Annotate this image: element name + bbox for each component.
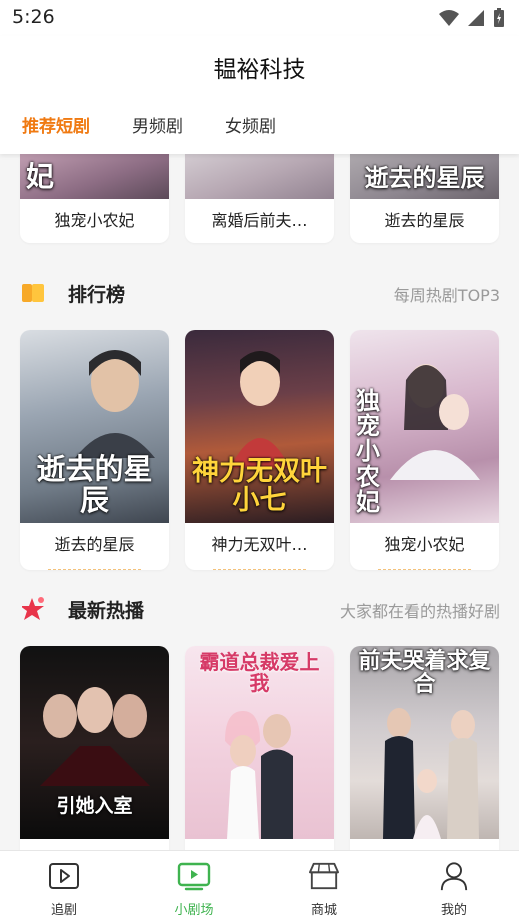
ranking-card[interactable]: 神力无双叶小七 神力无双叶… [185,330,334,570]
drama-card[interactable]: 引她入室 [20,646,169,850]
ranking-card[interactable]: 逝去的星辰 逝去的星辰 [20,330,169,570]
ranking-card[interactable]: 独宠小农妃 独宠小农妃 [350,330,499,570]
tab-recommended[interactable]: 推荐短剧 [22,112,90,137]
poster-title-art: 引她入室 [56,795,133,818]
store-icon [309,862,339,890]
drama-card[interactable]: 离婚后前夫… [185,154,334,243]
drama-card[interactable]: 前夫哭着求复合 [350,646,499,850]
drama-poster: 神力无双叶小七 [185,330,334,523]
nav-label: 我的 [440,903,467,918]
section-subtitle[interactable]: 大家都在看的热播好剧 [340,598,500,622]
poster-title-art: 霸道总裁爱上我 [199,650,320,695]
poster-figure [40,687,150,786]
latest-section-header: 最新热播 大家都在看的热播好剧 [22,594,500,624]
drama-title: 神力无双叶… [211,535,308,554]
content-scroll[interactable]: 妃 独宠小农妃 离婚后前夫… 逝去的星辰 逝去的星辰 排行榜 每周热剧TOP3 [0,154,519,850]
divider [213,569,306,570]
status-time: 5:26 [12,6,55,28]
poster-title-art: 妃 [26,159,55,193]
app-title: 韫裕科技 [213,57,306,83]
status-bar: 5:26 [0,0,519,36]
poster-figure [383,708,479,839]
poster-title-art: 独宠小农妃 [356,387,380,516]
drama-poster: 引她入室 [20,646,169,839]
nav-profile[interactable]: 我的 [414,861,494,918]
app-screen: 5:26 韫裕科技 推荐短剧 男频剧 女频剧 妃 独宠小农妃 离婚后前夫… 逝去… [0,0,519,923]
tab-female[interactable]: 女频剧 [225,112,276,137]
poster-title-art: 逝去的星辰 [36,452,153,517]
app-header: 韫裕科技 推荐短剧 男频剧 女频剧 [0,36,519,154]
poster-figure [225,711,293,839]
section-title: 排行榜 [68,284,126,306]
section-title: 最新热播 [68,600,145,622]
drama-poster: 妃 [20,154,169,199]
nav-follow[interactable]: 追剧 [24,861,104,918]
nav-store[interactable]: 商城 [284,861,364,918]
tv-icon [177,862,211,891]
drama-poster: 逝去的星辰 [350,154,499,199]
drama-poster [185,154,334,199]
poster-title-art: 前夫哭着求复合 [358,649,491,698]
drama-poster: 独宠小农妃 [350,330,499,523]
drama-title: 逝去的星辰 [384,211,465,230]
nav-label: 商城 [310,903,337,918]
drama-card[interactable]: 霸道总裁爱上我 [185,646,334,850]
section-subtitle[interactable]: 每周热剧TOP3 [394,282,500,306]
drama-title: 独宠小农妃 [384,535,465,554]
poster-figure [75,350,155,458]
nav-theater[interactable]: 小剧场 [154,861,234,918]
play-square-icon [49,863,79,889]
status-icons [439,8,505,28]
poster-title-art: 逝去的星辰 [364,163,485,192]
wifi-icon [439,10,459,26]
ranking-section-header: 排行榜 每周热剧TOP3 [22,278,500,308]
drama-poster: 前夫哭着求复合 [350,646,499,839]
signal-icon [468,10,484,26]
drama-card[interactable]: 妃 独宠小农妃 [20,154,169,243]
drama-title: 离婚后前夫… [211,211,308,230]
hot-star-icon [22,597,44,620]
poster-figure [390,364,480,480]
drama-title: 逝去的星辰 [54,535,135,554]
divider [378,569,471,570]
poster-figure [230,351,290,468]
poster-title-art: 神力无双叶小七 [192,456,327,516]
nav-label: 小剧场 [174,903,214,918]
drama-poster: 逝去的星辰 [20,330,169,523]
ranking-icon [22,284,44,302]
category-tabs: 推荐短剧 男频剧 女频剧 [22,112,276,137]
drama-title: 独宠小农妃 [54,211,135,230]
user-icon [440,862,468,891]
nav-label: 追剧 [50,903,77,918]
drama-poster: 霸道总裁爱上我 [185,646,334,839]
battery-icon [494,8,504,27]
tab-male[interactable]: 男频剧 [132,112,183,137]
divider [48,569,141,570]
bottom-nav: 追剧 小剧场 商城 我的 [0,850,519,923]
drama-card[interactable]: 逝去的星辰 逝去的星辰 [350,154,499,243]
